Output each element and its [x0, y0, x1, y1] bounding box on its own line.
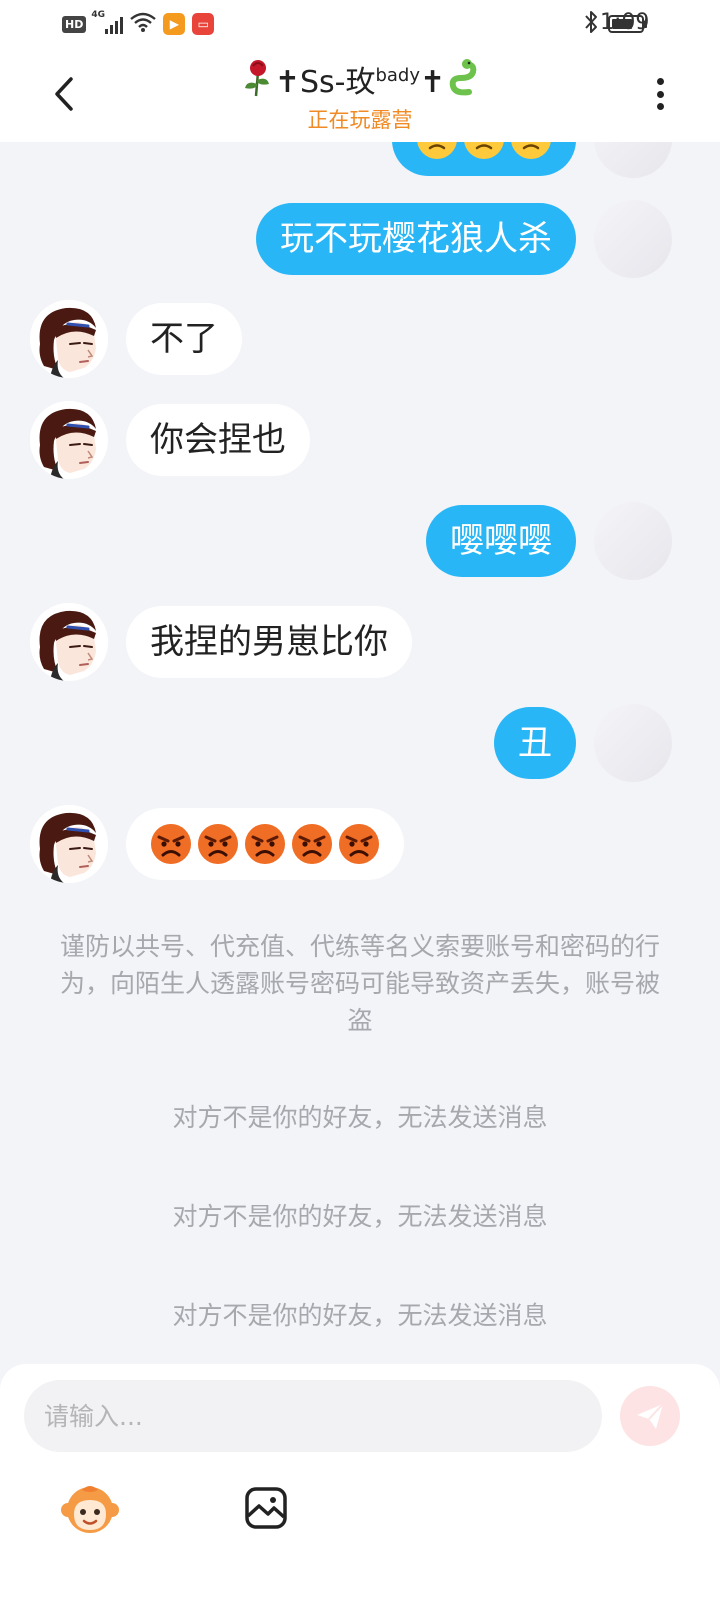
- send-button[interactable]: [620, 1386, 680, 1446]
- sad-face-emoji-icon: [463, 142, 505, 160]
- more-icon-dot: [656, 103, 664, 110]
- angry-face-emoji-icon: [291, 823, 333, 865]
- message-outgoing[interactable]: 玩不玩樱花狼人杀: [256, 200, 672, 278]
- message-incoming[interactable]: 我捏的男崽比你: [30, 603, 412, 681]
- emoji-panel-button[interactable]: [60, 1480, 120, 1538]
- signal-icon: 4G: [91, 10, 124, 34]
- chat-message-list[interactable]: 玩不玩樱花狼人杀 不了 你会捏也 嘤嘤嘤 我捏的男崽比你 丑 谨防以共号、代充值…: [0, 142, 720, 1364]
- contact-status: 正在玩露营: [307, 108, 413, 132]
- message-bubble[interactable]: 嘤嘤嘤: [426, 505, 576, 577]
- angry-face-emoji-icon: [244, 823, 286, 865]
- contact-avatar[interactable]: [30, 300, 108, 378]
- contact-name: ✝Ss-玫bady✝: [150, 54, 570, 105]
- image-picker-button[interactable]: [244, 1486, 288, 1530]
- bluetooth-icon: [584, 10, 598, 38]
- message-outgoing[interactable]: [392, 142, 672, 178]
- not-friend-notice: 对方不是你的好友，无法发送消息: [172, 1301, 548, 1330]
- monkey-emoji-icon: [61, 1486, 119, 1533]
- message-incoming[interactable]: 不了: [30, 300, 242, 378]
- angry-face-emoji-icon: [197, 823, 239, 865]
- contact-info[interactable]: ✝Ss-玫bady✝ 正在玩露营: [150, 54, 570, 135]
- contact-name-tail: ✝: [420, 65, 446, 100]
- send-icon: [637, 1403, 664, 1429]
- message-bubble[interactable]: 不了: [126, 303, 242, 375]
- not-friend-notice: 对方不是你的好友，无法发送消息: [172, 1202, 548, 1231]
- message-bubble[interactable]: 玩不玩樱花狼人杀: [256, 203, 576, 275]
- my-avatar[interactable]: [594, 142, 672, 178]
- snake-icon: [449, 59, 477, 96]
- status-left-icons: HD 4G ▶ ▭: [62, 10, 215, 36]
- rose-icon: [244, 60, 269, 97]
- message-bubble[interactable]: 丑: [494, 707, 576, 779]
- image-icon: [245, 1487, 287, 1529]
- more-icon: [656, 78, 664, 85]
- sad-face-emoji-icon: [510, 142, 552, 160]
- network-type-label: 4G: [91, 10, 105, 20]
- message-bubble[interactable]: [126, 808, 404, 880]
- message-bubble[interactable]: 你会捏也: [126, 404, 310, 476]
- my-avatar[interactable]: [594, 200, 672, 278]
- chat-header: ✝Ss-玫bady✝ 正在玩露营: [0, 48, 720, 142]
- contact-avatar[interactable]: [30, 603, 108, 681]
- my-avatar[interactable]: [594, 502, 672, 580]
- message-bubble[interactable]: [392, 142, 576, 176]
- sad-face-emoji-icon: [416, 142, 458, 160]
- back-icon: [55, 77, 73, 111]
- message-incoming[interactable]: 你会捏也: [30, 401, 310, 479]
- security-warning-notice: 谨防以共号、代充值、代练等名义索要账号和密码的行为，向陌生人透露账号密码可能导致…: [60, 932, 661, 1035]
- contact-avatar[interactable]: [30, 401, 108, 479]
- message-bubble[interactable]: 我捏的男崽比你: [126, 606, 412, 678]
- angry-face-emoji-icon: [150, 823, 192, 865]
- composer: [0, 1364, 720, 1600]
- message-input[interactable]: [24, 1380, 602, 1452]
- contact-avatar[interactable]: [30, 805, 108, 883]
- more-button[interactable]: [648, 72, 672, 116]
- message-outgoing[interactable]: 嘤嘤嘤: [426, 502, 672, 580]
- angry-face-emoji-icon: [338, 823, 380, 865]
- hd-icon: HD: [62, 15, 87, 33]
- message-incoming[interactable]: [30, 805, 404, 883]
- wifi-icon: [130, 12, 157, 36]
- my-avatar[interactable]: [594, 704, 672, 782]
- clock: 1:09: [600, 10, 650, 35]
- reader-app-icon: ▭: [192, 13, 215, 35]
- more-icon-dot: [656, 90, 664, 98]
- video-app-icon: ▶: [163, 13, 186, 35]
- back-button[interactable]: [48, 74, 80, 114]
- message-outgoing[interactable]: 丑: [494, 704, 672, 782]
- contact-name-sup: bady: [375, 65, 421, 86]
- contact-name-text: ✝Ss-玫: [274, 65, 376, 100]
- not-friend-notice: 对方不是你的好友，无法发送消息: [172, 1103, 548, 1132]
- status-bar: HD 4G ▶ ▭ 1:09: [0, 0, 720, 48]
